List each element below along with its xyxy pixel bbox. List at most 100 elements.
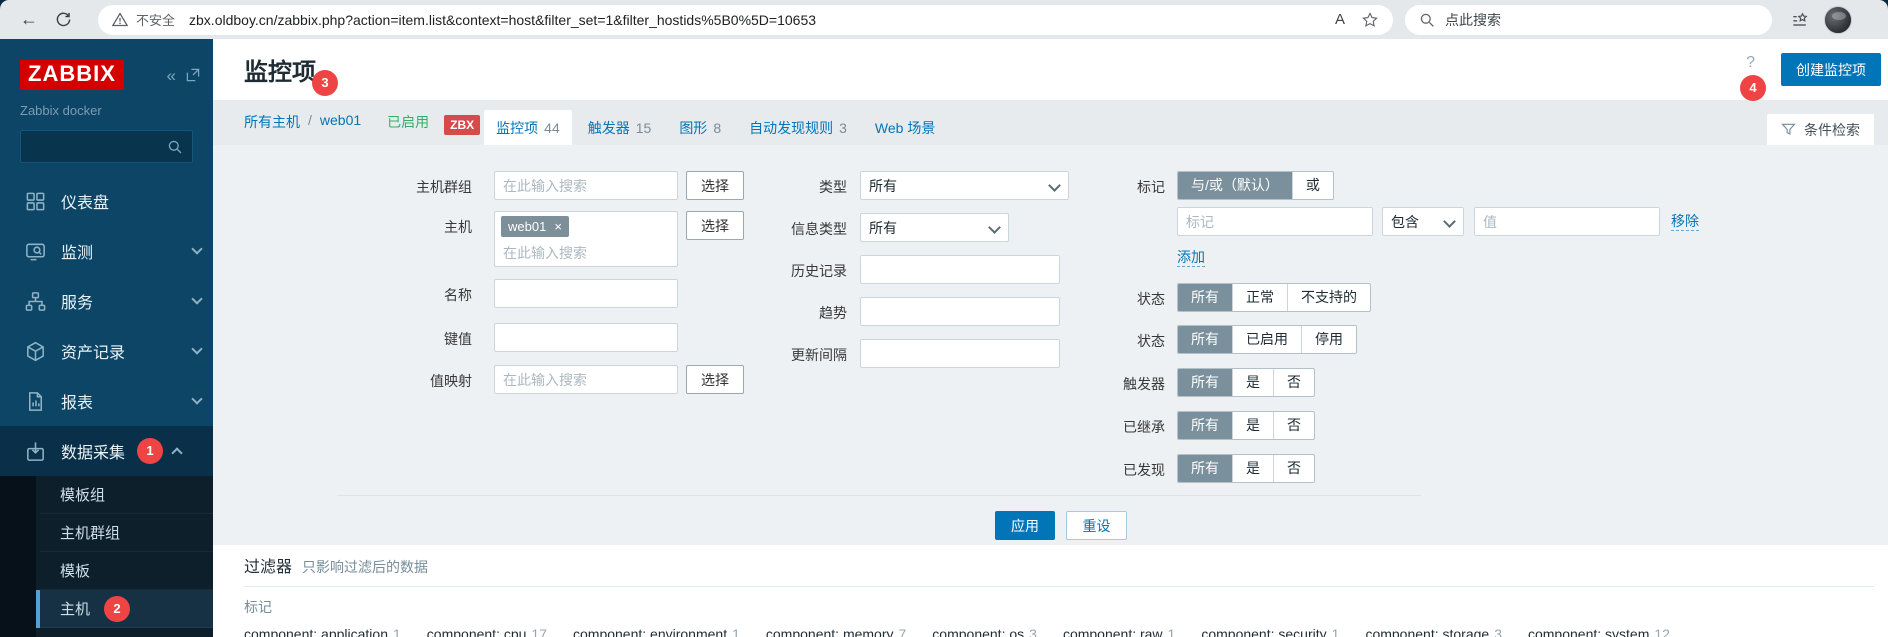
chevron-up-icon — [171, 447, 183, 459]
key-input[interactable] — [494, 323, 678, 352]
subfilter-tag[interactable]: component: system 12 — [1527, 626, 1670, 637]
tab-graphs[interactable]: 图形 8 — [667, 110, 733, 145]
filter-form: 主机群组 选择 主机 web01 × — [213, 145, 1888, 545]
submenu-item-template-groups[interactable]: 模板组 — [0, 476, 213, 514]
breadcrumb-tab-bar: 所有主机 / web01 已启用 ZBX 监控项 44 触发器 15 图形 8 自动发… — [213, 100, 1888, 145]
submenu-item-host-groups[interactable]: 主机群组 — [0, 514, 213, 552]
browser-search-box[interactable]: 点此搜索 — [1405, 4, 1772, 35]
subfilter-tag[interactable]: component: memory 7 — [765, 626, 906, 637]
history-input[interactable] — [860, 255, 1060, 284]
submenu-item-hosts[interactable]: 主机 2 — [0, 590, 213, 628]
tab-web-scenarios[interactable]: Web 场景 — [863, 110, 947, 145]
status-disabled[interactable]: 停用 — [1301, 326, 1356, 353]
sidebar-item-reports[interactable]: 报表 — [0, 376, 213, 426]
host-group-label: 主机群组 — [416, 179, 472, 195]
sidebar-item-label: 资产记录 — [61, 345, 126, 362]
status-enabled[interactable]: 已启用 — [1232, 326, 1301, 353]
key-label: 键值 — [444, 331, 472, 347]
tag-operator-select[interactable]: 包含 — [1382, 207, 1464, 236]
inherited-yes[interactable]: 是 — [1232, 412, 1273, 439]
read-aloud-icon[interactable]: A — [1335, 11, 1345, 28]
state-label: 状态 — [1137, 291, 1165, 307]
host-chip[interactable]: web01 × — [501, 216, 569, 237]
zbx-availability-badge: ZBX — [444, 115, 481, 135]
host-input-placeholder: 在此输入搜索 — [503, 245, 587, 261]
tag-value-input[interactable] — [1474, 207, 1660, 236]
sidebar-popout-icon[interactable] — [185, 67, 201, 83]
host-group-input[interactable] — [494, 171, 678, 200]
monitoring-icon — [26, 243, 45, 260]
tab-discovery-rules[interactable]: 自动发现规则 3 — [737, 110, 859, 145]
sidebar-item-label: 仪表盘 — [61, 195, 110, 212]
value-map-input[interactable] — [494, 365, 678, 394]
discovered-yes[interactable]: 是 — [1232, 455, 1273, 482]
triggers-all[interactable]: 所有 — [1178, 369, 1232, 396]
refresh-icon[interactable] — [46, 11, 80, 28]
reset-button[interactable]: 重设 — [1066, 511, 1127, 540]
filter-search-tab[interactable]: 条件检索 — [1767, 114, 1874, 145]
subfilter-tag[interactable]: component: cpu 17 — [426, 626, 547, 637]
zabbix-logo[interactable]: ZABBIX — [20, 60, 124, 90]
subfilter-tag[interactable]: component: storage 3 — [1365, 626, 1502, 637]
discovered-all[interactable]: 所有 — [1178, 455, 1232, 482]
profile-avatar[interactable] — [1824, 5, 1852, 34]
tags-mode-andor[interactable]: 与/或（默认） — [1178, 172, 1292, 199]
tags-mode-or[interactable]: 或 — [1291, 172, 1333, 199]
collections-icon[interactable] — [1790, 10, 1810, 30]
tag-remove-link[interactable]: 移除 — [1671, 213, 1699, 231]
info-type-label: 信息类型 — [791, 221, 847, 237]
address-bar[interactable]: 不安全 zbx.oldboy.cn/zabbix.php?action=item… — [98, 4, 1393, 35]
server-name: Zabbix docker — [20, 103, 102, 118]
name-input[interactable] — [494, 279, 678, 308]
status-segmented: 所有 已启用 停用 — [1177, 325, 1357, 354]
tab-triggers[interactable]: 触发器 15 — [576, 110, 664, 145]
subfilter-tag[interactable]: component: application 1 — [244, 626, 401, 637]
subfilter-tag[interactable]: component: security 1 — [1201, 626, 1339, 637]
help-icon[interactable]: ? — [1746, 54, 1755, 72]
tab-items[interactable]: 监控项 44 — [484, 110, 572, 145]
inherited-no[interactable]: 否 — [1273, 412, 1314, 439]
sidebar-search[interactable] — [20, 130, 193, 163]
tag-add-link[interactable]: 添加 — [1177, 249, 1205, 267]
create-item-button[interactable]: 创建监控项 — [1781, 53, 1881, 86]
type-select[interactable]: 所有 — [860, 171, 1069, 200]
inventory-icon — [27, 341, 44, 361]
trends-input[interactable] — [860, 297, 1060, 326]
sidebar-collapse-icon[interactable]: « — [167, 67, 176, 84]
submenu-item-templates[interactable]: 模板 — [0, 552, 213, 590]
chip-close-icon[interactable]: × — [554, 220, 562, 233]
back-icon[interactable]: ← — [12, 9, 46, 30]
triggers-no[interactable]: 否 — [1273, 369, 1314, 396]
state-normal[interactable]: 正常 — [1232, 284, 1287, 311]
browser-search-placeholder: 点此搜索 — [1445, 11, 1501, 28]
value-map-label: 值映射 — [430, 373, 472, 389]
tags-label: 标记 — [1137, 179, 1165, 195]
triggers-yes[interactable]: 是 — [1232, 369, 1273, 396]
chevron-down-icon — [191, 343, 203, 355]
apply-button[interactable]: 应用 — [995, 511, 1055, 540]
sidebar-item-data-collection[interactable]: 数据采集 1 — [0, 426, 213, 476]
state-all[interactable]: 所有 — [1178, 284, 1232, 311]
breadcrumb-all-hosts[interactable]: 所有主机 — [244, 112, 300, 132]
state-not-supported[interactable]: 不支持的 — [1287, 284, 1370, 311]
sidebar-search-input[interactable] — [30, 138, 167, 155]
update-interval-input[interactable] — [860, 339, 1060, 368]
discovered-no[interactable]: 否 — [1273, 455, 1314, 482]
favorite-star-icon[interactable] — [1361, 11, 1379, 29]
breadcrumb-host[interactable]: web01 — [320, 112, 361, 132]
sidebar-item-monitoring[interactable]: 监测 — [0, 226, 213, 276]
form-divider — [337, 495, 1421, 496]
status-all[interactable]: 所有 — [1178, 326, 1232, 353]
subfilter-tag[interactable]: component: os 3 — [932, 626, 1037, 637]
subfilter-tag[interactable]: component: environment 1 — [573, 626, 740, 637]
host-multiselect[interactable]: web01 × 在此输入搜索 — [494, 211, 678, 267]
notification-badge: 1 — [137, 438, 164, 464]
subfilter-tag[interactable]: component: raw 1 — [1062, 626, 1175, 637]
sidebar-item-services[interactable]: 服务 — [0, 276, 213, 326]
inherited-all[interactable]: 所有 — [1178, 412, 1232, 439]
tag-name-input[interactable] — [1177, 207, 1373, 236]
sidebar-item-dashboard[interactable]: 仪表盘 — [0, 176, 213, 226]
sidebar-item-inventory[interactable]: 资产记录 — [0, 326, 213, 376]
info-type-select[interactable]: 所有 — [860, 213, 1009, 242]
main-content: 监控项 3 ? 创建监控项 4 所有主机 / web01 已启用 ZBX 监控项… — [213, 39, 1888, 637]
